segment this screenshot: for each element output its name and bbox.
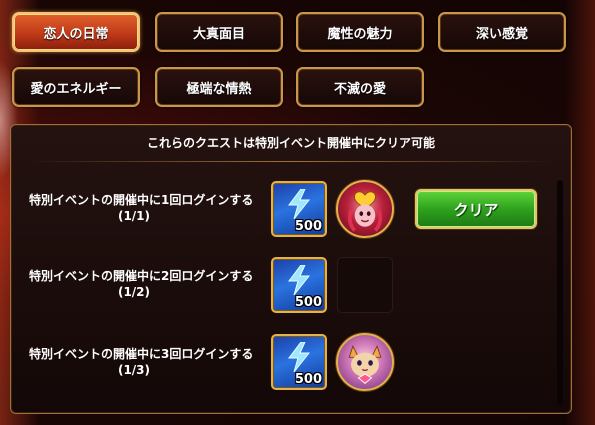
tab-immortal-love[interactable]: 不滅の愛 xyxy=(296,67,424,107)
panel-header: これらのクエストは特別イベント開催中にクリア可能 xyxy=(146,135,435,150)
heart-demon-portrait-icon xyxy=(347,191,383,232)
quest-description-text: 特別イベントの開催中に3回ログインする xyxy=(29,347,254,361)
tab-label: 大真面目 xyxy=(192,26,245,42)
reward-count: 500 xyxy=(294,372,322,387)
cat-mage-portrait-icon xyxy=(348,344,382,385)
reward-item[interactable]: 500 xyxy=(271,334,327,390)
empty-reward-slot xyxy=(337,257,393,313)
claim-button-label: クリア xyxy=(453,200,499,219)
tab-label: 極端な情熱 xyxy=(186,81,252,97)
tab-label: 深い感覚 xyxy=(475,26,528,42)
quest-description-text: 特別イベントの開催中に1回ログインする xyxy=(29,193,254,207)
quest-description: 特別イベントの開催中に1回ログインする (1/1) xyxy=(29,192,269,224)
claim-button[interactable]: クリア xyxy=(415,189,537,229)
tab-love-energy[interactable]: 愛のエネルギー xyxy=(12,67,140,107)
reward-count: 500 xyxy=(294,295,322,310)
panel-divider xyxy=(27,161,555,162)
quest-progress: (1/2) xyxy=(117,285,151,299)
reward-item[interactable]: 500 xyxy=(271,257,327,313)
tab-label: 恋人の日常 xyxy=(43,26,109,42)
hero-portrait[interactable] xyxy=(336,333,394,391)
tab-extreme-passion[interactable]: 極端な情熱 xyxy=(155,67,283,107)
reward-count: 500 xyxy=(294,219,322,234)
quest-description: 特別イベントの開催中に3回ログインする (1/3) xyxy=(29,346,269,378)
tab-deep-feeling[interactable]: 深い感覚 xyxy=(438,12,566,52)
reward-item[interactable]: 500 xyxy=(271,181,327,237)
quest-list-scrollbar[interactable] xyxy=(557,180,563,405)
quest-progress: (1/1) xyxy=(117,209,151,223)
tab-lovers-daily[interactable]: 恋人の日常 xyxy=(12,12,140,52)
tab-label: 不滅の愛 xyxy=(333,81,386,97)
tab-label: 魔性の魅力 xyxy=(327,26,393,42)
tab-serious[interactable]: 大真面目 xyxy=(155,12,283,52)
tab-label: 愛のエネルギー xyxy=(30,81,122,97)
tab-devilish-charm[interactable]: 魔性の魅力 xyxy=(296,12,424,52)
quest-panel: これらのクエストは特別イベント開催中にクリア可能 特別イベントの開催中に1回ログ… xyxy=(10,124,572,414)
hero-portrait[interactable] xyxy=(336,180,394,238)
quest-description-text: 特別イベントの開催中に2回ログインする xyxy=(29,269,254,283)
energy-bolt-icon xyxy=(288,342,311,372)
energy-bolt-icon xyxy=(288,265,311,295)
energy-bolt-icon xyxy=(288,189,311,219)
quest-progress: (1/3) xyxy=(117,363,151,377)
quest-description: 特別イベントの開催中に2回ログインする (1/2) xyxy=(29,268,269,300)
